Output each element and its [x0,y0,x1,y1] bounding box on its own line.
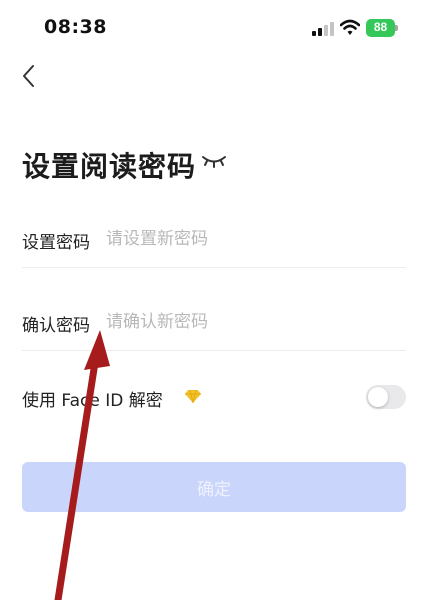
faceid-label: 使用 Face ID 解密 [22,391,163,411]
confirm-button[interactable]: 确定 [22,462,406,512]
confirm-password-input[interactable] [106,307,396,337]
signal-icon [312,22,334,36]
status-bar: 08:38 88 [0,0,427,56]
wifi-icon [340,19,360,35]
battery-icon: 88 [366,19,398,37]
faceid-row: 使用 Face ID 解密 [22,380,406,414]
confirm-password-row: 确认密码 [22,295,406,351]
battery-level: 88 [373,20,388,34]
set-password-label: 设置密码 [22,233,90,253]
faceid-toggle[interactable] [366,385,406,409]
confirm-password-label: 确认密码 [22,316,90,336]
back-arrow-icon[interactable] [18,62,42,90]
toggle-knob [368,387,388,407]
set-password-input[interactable] [106,224,396,254]
eye-closed-icon[interactable] [200,152,228,170]
page-title: 设置阅读密码 [22,150,197,183]
vip-diamond-icon [185,389,201,403]
set-password-row: 设置密码 [22,212,406,268]
status-time: 08:38 [44,16,107,38]
